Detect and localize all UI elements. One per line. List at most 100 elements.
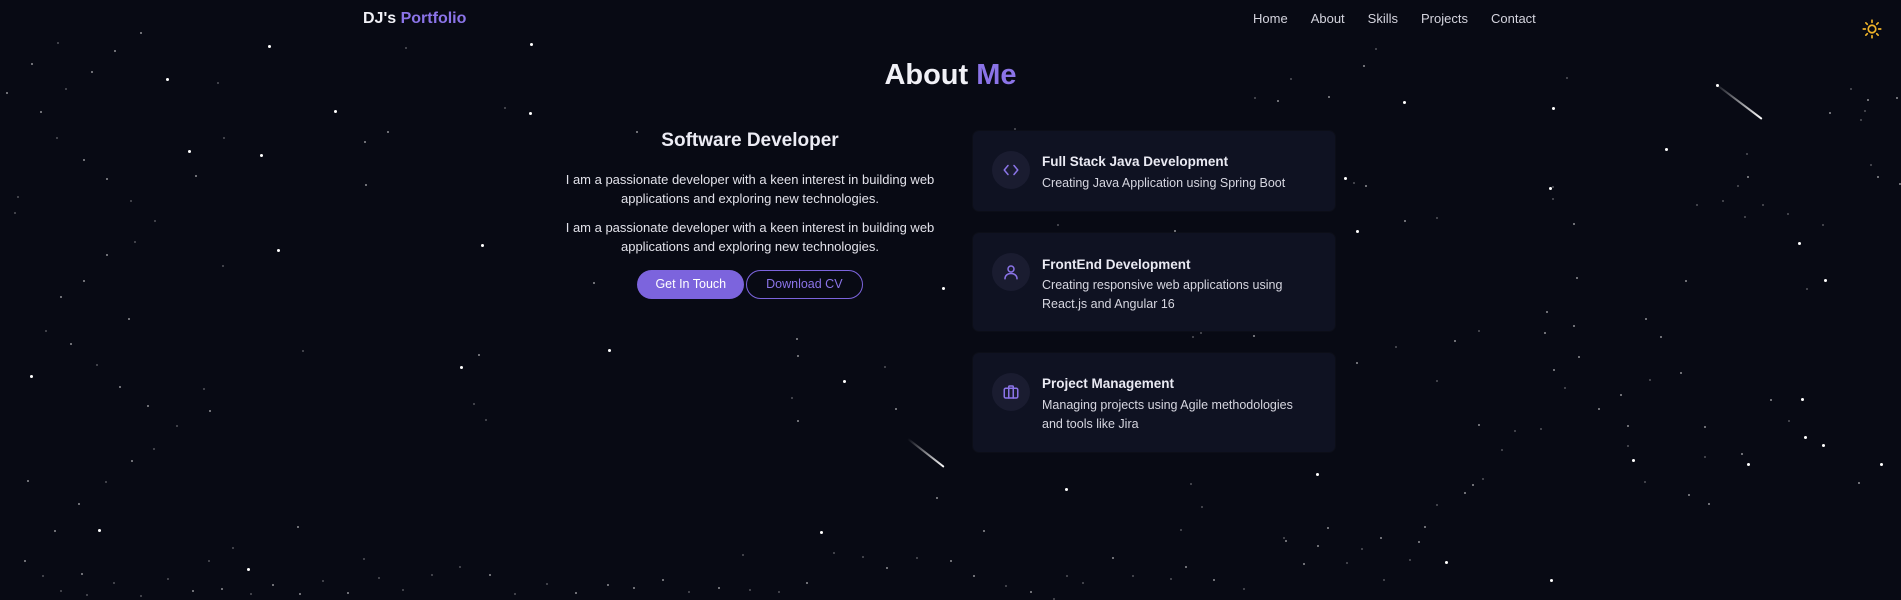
star (221, 588, 223, 590)
star (1514, 430, 1516, 432)
star (297, 526, 299, 528)
star (378, 577, 380, 579)
section-title-main: About (884, 59, 968, 91)
star (778, 591, 780, 593)
star (1801, 398, 1804, 401)
star (797, 355, 799, 357)
star (1285, 540, 1287, 542)
about-paragraph: I am a passionate developer with a keen … (562, 170, 938, 208)
star (1824, 279, 1827, 282)
star (1404, 220, 1406, 222)
get-in-touch-button[interactable]: Get In Touch (637, 270, 744, 299)
star (1436, 380, 1438, 382)
star (916, 557, 918, 559)
cta-buttons: Get In Touch Download CV (562, 270, 938, 299)
star (1804, 436, 1807, 439)
star (431, 574, 433, 576)
star (14, 212, 16, 214)
star (1550, 579, 1553, 582)
star (504, 107, 506, 109)
star (489, 574, 491, 576)
star (791, 397, 793, 399)
role-heading: Software Developer (562, 130, 938, 152)
nav-link-projects[interactable]: Projects (1421, 11, 1468, 26)
star (1896, 97, 1898, 99)
star (268, 45, 271, 48)
star (608, 349, 611, 352)
star (1365, 185, 1367, 187)
section-title-accent: Me (976, 59, 1016, 91)
star (40, 111, 42, 113)
nav-link-contact[interactable]: Contact (1491, 11, 1536, 26)
star (363, 558, 365, 560)
star (1573, 325, 1575, 327)
star (57, 42, 59, 44)
theme-toggle-button[interactable] (1862, 19, 1882, 39)
star (1829, 112, 1831, 114)
star (60, 590, 62, 592)
star (364, 141, 366, 143)
star (797, 420, 799, 422)
nav-link-about[interactable]: About (1311, 11, 1345, 26)
star (942, 287, 945, 290)
star (1787, 213, 1789, 215)
star (60, 296, 62, 298)
star (1552, 107, 1555, 110)
star (260, 154, 263, 157)
star (1880, 463, 1883, 466)
star (529, 112, 532, 115)
star (1540, 428, 1542, 430)
star (1552, 186, 1554, 188)
star (1867, 99, 1869, 101)
star (98, 529, 101, 532)
star (45, 330, 47, 332)
star (1762, 204, 1764, 206)
service-card: Full Stack Java Development Creating Jav… (973, 131, 1335, 211)
service-title: FrontEnd Development (1042, 257, 1191, 272)
star (1472, 484, 1474, 486)
star (1082, 582, 1084, 584)
star (1327, 527, 1329, 529)
star (1552, 198, 1554, 200)
star (195, 175, 197, 177)
download-cv-button[interactable]: Download CV (746, 270, 862, 299)
star (1501, 449, 1503, 451)
star (322, 580, 324, 582)
service-icon-container (992, 151, 1030, 189)
star (1014, 128, 1016, 130)
star (1860, 119, 1862, 121)
star (272, 584, 274, 586)
star (1685, 280, 1687, 282)
star (1030, 591, 1032, 593)
star (119, 386, 121, 388)
star (1185, 566, 1187, 568)
star (402, 589, 404, 591)
star (1858, 482, 1860, 484)
star (347, 592, 349, 594)
service-title: Project Management (1042, 376, 1174, 391)
star (936, 497, 938, 499)
star (1788, 420, 1790, 422)
star (718, 587, 720, 589)
navbar: DJ's Portfolio Home About Skills Project… (0, 0, 1901, 40)
star (1395, 346, 1397, 348)
star (1680, 372, 1682, 374)
nav-link-skills[interactable]: Skills (1368, 11, 1398, 26)
sun-icon (1862, 19, 1882, 39)
star (796, 338, 798, 340)
star (1598, 408, 1600, 410)
star (833, 552, 835, 554)
star (1243, 588, 1245, 590)
star (973, 575, 975, 577)
star (1277, 100, 1279, 102)
star (203, 388, 205, 390)
star (1254, 97, 1256, 99)
star (1361, 548, 1363, 550)
star (1822, 224, 1824, 226)
brand-logo[interactable]: DJ's Portfolio (363, 10, 466, 28)
briefcase-icon (1002, 383, 1020, 401)
star (1644, 481, 1646, 483)
star (114, 50, 116, 52)
nav-link-home[interactable]: Home (1253, 11, 1288, 26)
star (1578, 356, 1580, 358)
